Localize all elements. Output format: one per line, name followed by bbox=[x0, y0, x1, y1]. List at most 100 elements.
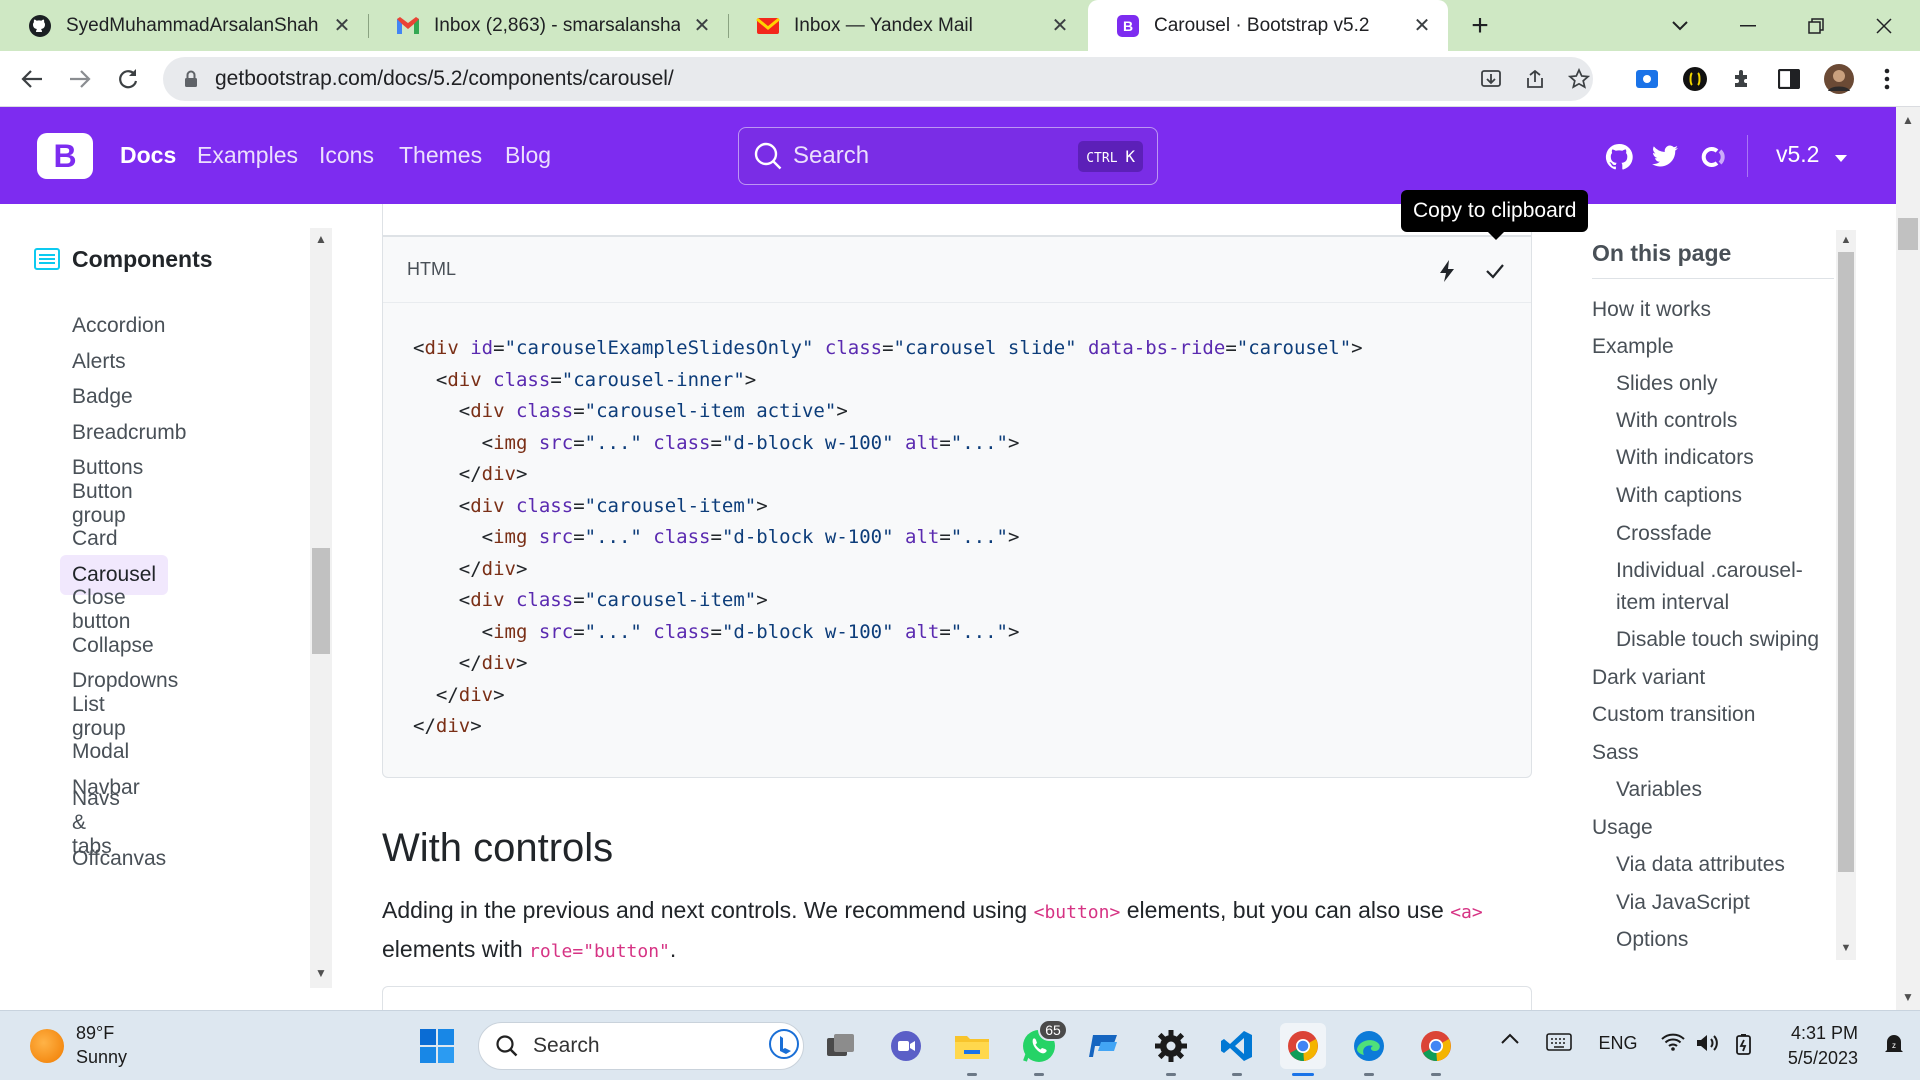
restore-icon[interactable] bbox=[1796, 8, 1836, 44]
sidebar-item-breadcrumb[interactable]: Breadcrumb bbox=[60, 413, 198, 453]
settings-gear-icon[interactable] bbox=[1148, 1023, 1194, 1069]
github-icon[interactable] bbox=[1604, 142, 1634, 172]
scroll-up-arrow-icon[interactable]: ▲ bbox=[310, 228, 332, 250]
toc-link-item-interval[interactable]: item interval bbox=[1616, 587, 1729, 619]
tab-github[interactable]: SyedMuhammadArsalanShah (Sy ✕ bbox=[0, 0, 368, 51]
sidebar-item-navs-tabs[interactable]: Navs & tabs bbox=[60, 787, 132, 858]
close-tab-icon[interactable]: ✕ bbox=[1410, 14, 1434, 38]
close-tab-icon[interactable]: ✕ bbox=[690, 14, 714, 38]
screen-record-extension-icon[interactable] bbox=[1630, 62, 1664, 96]
lightning-icon[interactable] bbox=[1433, 257, 1461, 285]
vscode-icon[interactable] bbox=[1214, 1023, 1260, 1069]
notifications-icon[interactable]: z bbox=[1880, 1033, 1908, 1055]
vpn-app-icon[interactable] bbox=[1082, 1023, 1128, 1069]
sidebar-item-alerts[interactable]: Alerts bbox=[60, 342, 138, 382]
share-icon[interactable] bbox=[1519, 63, 1551, 95]
toc-link-via-javascript[interactable]: Via JavaScript bbox=[1616, 887, 1750, 919]
toc-link-individual-carousel[interactable]: Individual .carousel- bbox=[1616, 555, 1803, 587]
sidebar-item-accordion[interactable]: Accordion bbox=[60, 306, 177, 346]
reload-icon[interactable] bbox=[110, 61, 146, 97]
toc-link-how-it-works[interactable]: How it works bbox=[1592, 294, 1711, 326]
new-tab-plus-icon[interactable]: + bbox=[1462, 8, 1498, 44]
toc-link-example[interactable]: Example bbox=[1592, 331, 1674, 363]
weather-widget[interactable]: 89°F Sunny bbox=[76, 1021, 127, 1069]
scroll-down-arrow-icon[interactable]: ▼ bbox=[1896, 986, 1920, 1008]
wifi-icon[interactable] bbox=[1660, 1033, 1686, 1051]
sidebar-section-components[interactable]: Components bbox=[34, 246, 213, 273]
sidebar-scrollbar-thumb[interactable] bbox=[312, 548, 330, 654]
close-window-icon[interactable] bbox=[1864, 8, 1904, 44]
toc-link-with-controls[interactable]: With controls bbox=[1616, 405, 1737, 437]
nav-link-docs[interactable]: Docs bbox=[120, 142, 176, 169]
back-arrow-icon[interactable] bbox=[14, 61, 50, 97]
close-tab-icon[interactable]: ✕ bbox=[1048, 14, 1072, 38]
input-language[interactable]: ENG bbox=[1596, 1033, 1640, 1054]
scroll-down-arrow-icon[interactable]: ▼ bbox=[1836, 938, 1856, 958]
toc-link-variables[interactable]: Variables bbox=[1616, 774, 1702, 806]
taskbar-search[interactable]: Search bbox=[478, 1022, 804, 1070]
show-hidden-icons-chevron-icon[interactable] bbox=[1498, 1033, 1522, 1044]
toc-link-with-captions[interactable]: With captions bbox=[1616, 480, 1742, 512]
edge-icon[interactable] bbox=[1346, 1023, 1392, 1069]
toc-link-with-indicators[interactable]: With indicators bbox=[1616, 442, 1754, 474]
toc-link-options[interactable]: Options bbox=[1616, 924, 1688, 956]
install-app-icon[interactable] bbox=[1475, 63, 1507, 95]
nav-link-icons[interactable]: Icons bbox=[319, 142, 374, 169]
side-panel-icon[interactable] bbox=[1772, 62, 1806, 96]
toc-link-disable-touch-swiping[interactable]: Disable touch swiping bbox=[1616, 624, 1819, 656]
toc-link-slides-only[interactable]: Slides only bbox=[1616, 368, 1718, 400]
toc-link-via-data-attributes[interactable]: Via data attributes bbox=[1616, 849, 1785, 881]
sidebar-item-close-button[interactable]: Close button bbox=[60, 586, 142, 633]
toc-link-crossfade[interactable]: Crossfade bbox=[1616, 518, 1712, 550]
sidebar-item-card[interactable]: Card bbox=[60, 519, 130, 559]
toc-link-dark-variant[interactable]: Dark variant bbox=[1592, 662, 1705, 694]
nav-link-blog[interactable]: Blog bbox=[505, 142, 551, 169]
twitter-icon[interactable] bbox=[1650, 142, 1680, 172]
scroll-up-arrow-icon[interactable]: ▲ bbox=[1836, 230, 1856, 250]
address-bar[interactable]: getbootstrap.com/docs/5.2/components/car… bbox=[163, 57, 1593, 101]
scroll-down-arrow-icon[interactable]: ▼ bbox=[310, 962, 332, 984]
system-clock[interactable]: 4:31 PM 5/5/2023 bbox=[1780, 1021, 1858, 1071]
scroll-up-arrow-icon[interactable]: ▲ bbox=[1896, 109, 1920, 131]
sidebar-item-badge[interactable]: Badge bbox=[60, 377, 145, 417]
browser-menu-icon[interactable] bbox=[1870, 62, 1904, 96]
battery-charging-icon[interactable] bbox=[1730, 1033, 1758, 1055]
toc-scrollbar-thumb[interactable] bbox=[1838, 252, 1854, 872]
docs-search-button[interactable]: Search CTRL K bbox=[738, 127, 1158, 185]
volume-icon[interactable] bbox=[1694, 1033, 1722, 1053]
sun-icon[interactable] bbox=[30, 1029, 64, 1063]
tab-gmail[interactable]: Inbox (2,863) - smarsalanshah12 ✕ bbox=[368, 0, 728, 51]
toc-link-sass[interactable]: Sass bbox=[1592, 737, 1639, 769]
sidebar-item-modal[interactable]: Modal bbox=[60, 732, 141, 772]
profile-avatar[interactable] bbox=[1822, 62, 1856, 96]
tab-search-chevron-icon[interactable] bbox=[1660, 8, 1700, 44]
forward-arrow-icon[interactable] bbox=[62, 61, 98, 97]
nav-link-examples[interactable]: Examples bbox=[197, 142, 298, 169]
bookmark-star-icon[interactable] bbox=[1563, 63, 1595, 95]
tab-bootstrap-carousel[interactable]: B Carousel · Bootstrap v5.2 ✕ bbox=[1088, 0, 1448, 51]
keyboard-icon[interactable] bbox=[1544, 1033, 1574, 1051]
version-dropdown[interactable]: v5.2 bbox=[1776, 141, 1848, 169]
sidebar-item-list-group[interactable]: List group bbox=[60, 693, 138, 740]
check-icon[interactable] bbox=[1481, 257, 1509, 285]
lock-icon[interactable] bbox=[181, 69, 201, 89]
bing-icon[interactable] bbox=[769, 1028, 799, 1064]
opencollective-icon[interactable] bbox=[1697, 142, 1727, 172]
toc-link-custom-transition[interactable]: Custom transition bbox=[1592, 699, 1755, 731]
bootstrap-logo[interactable]: B bbox=[37, 133, 93, 179]
tab-yandex-mail[interactable]: Inbox — Yandex Mail ✕ bbox=[728, 0, 1086, 51]
sidebar-item-collapse[interactable]: Collapse bbox=[60, 626, 166, 666]
extension-circle-icon[interactable] bbox=[1678, 62, 1712, 96]
chrome-icon[interactable] bbox=[1413, 1023, 1459, 1069]
chrome-icon[interactable] bbox=[1280, 1023, 1326, 1069]
extensions-puzzle-icon[interactable] bbox=[1726, 62, 1760, 96]
teams-chat-icon[interactable] bbox=[883, 1023, 929, 1069]
minimize-icon[interactable] bbox=[1728, 8, 1768, 44]
sidebar-item-offcanvas[interactable]: Offcanvas bbox=[60, 839, 178, 879]
start-button-windows-icon[interactable] bbox=[414, 1023, 460, 1069]
page-scrollbar-thumb[interactable] bbox=[1898, 218, 1918, 250]
task-view-icon[interactable] bbox=[818, 1023, 864, 1069]
toc-link-usage[interactable]: Usage bbox=[1592, 812, 1653, 844]
sidebar-item-button-group[interactable]: Button group bbox=[60, 480, 145, 527]
nav-link-themes[interactable]: Themes bbox=[399, 142, 482, 169]
